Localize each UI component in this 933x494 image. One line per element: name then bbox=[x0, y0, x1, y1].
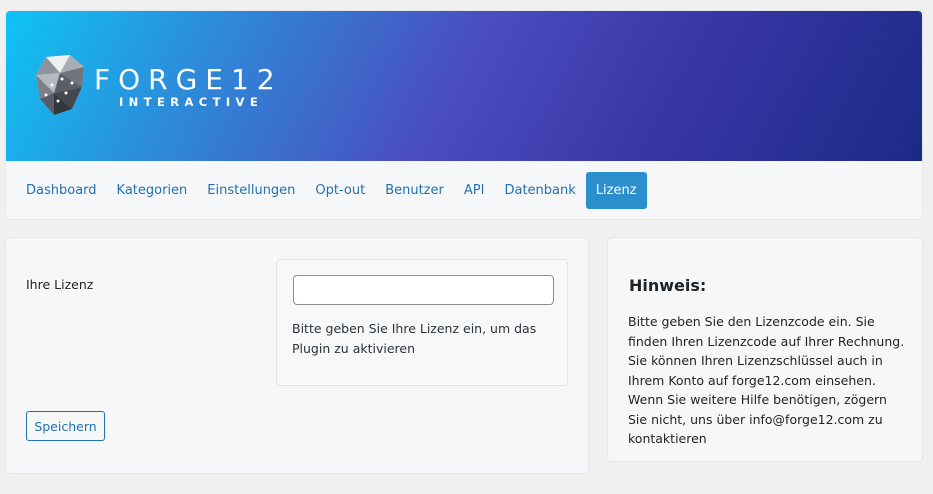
tab-opt-out[interactable]: Opt-out bbox=[305, 173, 375, 208]
tab-kategorien[interactable]: Kategorien bbox=[107, 173, 198, 208]
hint-title: Hinweis: bbox=[629, 276, 707, 295]
hint-text: Bitte geben Sie den Lizenzcode ein. Sie … bbox=[628, 314, 905, 446]
tab-datenbank[interactable]: Datenbank bbox=[494, 173, 585, 208]
brand-name: FORGE12 bbox=[94, 63, 283, 96]
license-help-text: Bitte geben Sie Ihre Lizenz ein, um das … bbox=[292, 321, 537, 356]
tab-einstellungen[interactable]: Einstellungen bbox=[197, 173, 305, 208]
hint-card: Hinweis: Bitte geben Sie den Lizenzcode … bbox=[608, 238, 922, 461]
brand-banner: FORGE12 INTERACTIVE bbox=[6, 11, 922, 161]
tab-lizenz[interactable]: Lizenz bbox=[585, 171, 647, 209]
license-input[interactable] bbox=[293, 275, 554, 305]
license-field-box: Bitte geben Sie Ihre Lizenz ein, um das … bbox=[276, 259, 568, 386]
license-label: Ihre Lizenz bbox=[26, 277, 94, 292]
tab-api[interactable]: API bbox=[454, 173, 495, 208]
brand-subtitle: INTERACTIVE bbox=[119, 95, 264, 109]
forge12-logo-icon bbox=[36, 55, 84, 115]
save-button[interactable]: Speichern bbox=[26, 411, 105, 441]
tab-nav: Dashboard Kategorien Einstellungen Opt-o… bbox=[6, 161, 922, 219]
license-form-card: Ihre Lizenz Bitte geben Sie Ihre Lizenz … bbox=[6, 238, 588, 473]
tab-benutzer[interactable]: Benutzer bbox=[375, 173, 454, 208]
tab-dashboard[interactable]: Dashboard bbox=[16, 173, 107, 208]
header-card: FORGE12 INTERACTIVE Dashboard Kategorien… bbox=[6, 11, 922, 219]
